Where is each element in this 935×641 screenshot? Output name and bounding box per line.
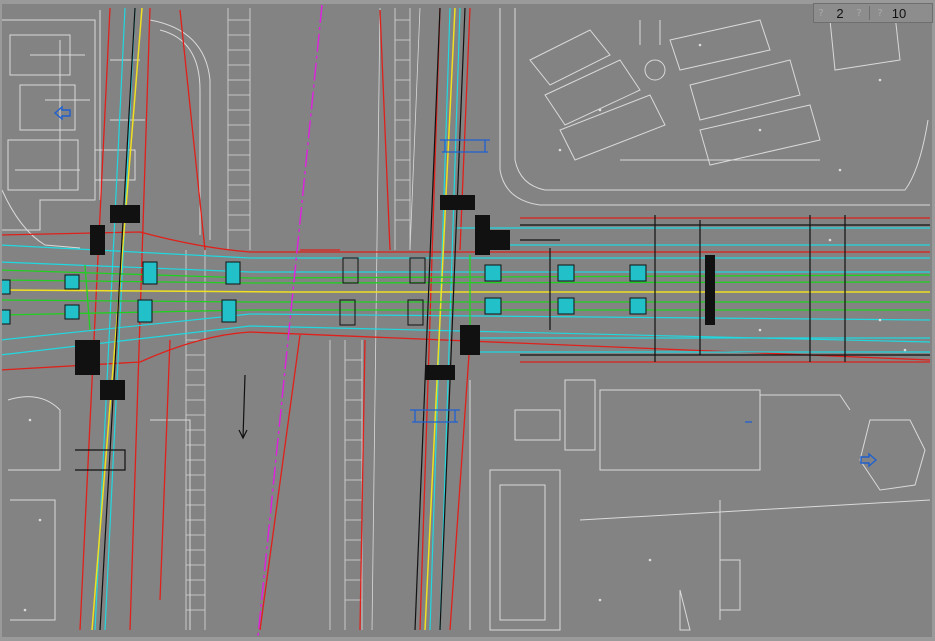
question-glyph-icon: ? [856,7,862,19]
next-page-button[interactable]: ? [873,5,887,21]
viewport-frame-left [0,0,2,641]
prev-page-button[interactable]: ? [814,5,828,21]
viewport-frame-bottom [0,637,935,641]
question-glyph-icon: ? [818,7,824,19]
page-navigator: ? 2 ? ? 10 [813,3,933,23]
buildings-bottom [7,379,931,631]
page-separator-button[interactable]: ? [852,5,866,21]
buildings-top-right [499,8,930,206]
buildings-top-left [1,10,211,249]
rail-hatching [185,7,421,631]
arrow-left-icon [53,105,71,121]
total-pages-value: 10 [891,5,907,21]
question-glyph-icon: ? [877,7,883,19]
axis-magenta [257,4,323,637]
current-page-value[interactable]: 2 [828,6,852,21]
cad-viewport[interactable]: ? 2 ? ? 10 [0,0,935,641]
cad-drawing-canvas [0,4,931,637]
divider [869,6,870,20]
viewport-frame-top [0,0,935,4]
